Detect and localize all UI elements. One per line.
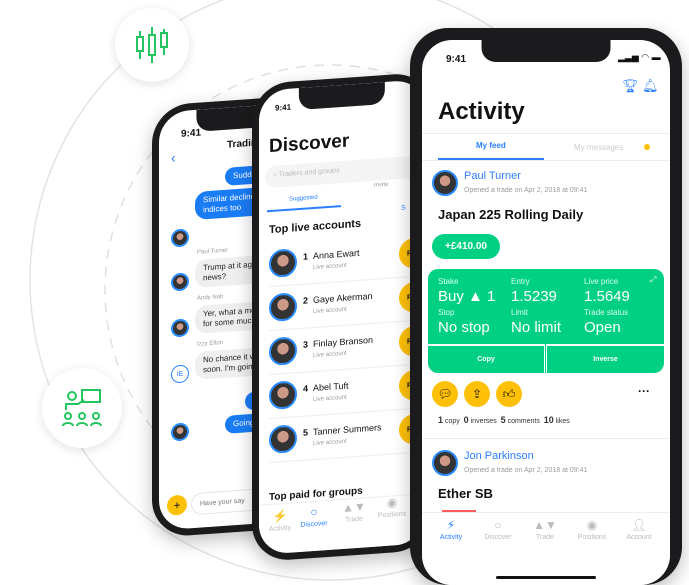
avatar-initials: IE: [171, 364, 189, 384]
tab-my-messages[interactable]: My messages: [574, 143, 623, 152]
nav-discover[interactable]: ○ Discover: [473, 518, 523, 541]
presentation-group-icon: [42, 368, 122, 448]
poster-name[interactable]: Paul Turner: [464, 170, 521, 182]
engagement-counts: 1 copy 0 inverses 5 comments 10 likes: [438, 415, 570, 425]
tab-suggested[interactable]: Suggested: [289, 195, 318, 203]
stop-label: Stop: [438, 308, 455, 317]
tab-my-feed[interactable]: My feed: [476, 141, 506, 150]
stake-label: Stake: [438, 277, 459, 286]
avatar: [171, 318, 189, 338]
status-time: 9:41: [275, 102, 292, 113]
account-name: Abel Tuft: [313, 380, 349, 394]
market-name: Ether SB: [438, 486, 493, 501]
bell-icon[interactable]: 🔔︎: [642, 78, 659, 94]
account-type: Live account: [313, 394, 347, 404]
live-price-label: Live price: [584, 277, 619, 286]
comment-icon: 💬︎: [437, 387, 453, 401]
share-icon: ⇪: [471, 387, 483, 401]
expand-icon[interactable]: ⤢: [650, 275, 656, 285]
poster-name[interactable]: Jon Parkinson: [464, 450, 534, 462]
account-type: Live account: [313, 438, 347, 448]
trade-status-value: Open: [584, 319, 621, 336]
copy-button[interactable]: Copy: [428, 344, 545, 373]
account-type: Live account: [313, 306, 347, 316]
search-input[interactable]: ⌕ Traders and groups: [265, 154, 425, 189]
tab-underline: [267, 205, 341, 213]
avatar: [171, 228, 189, 248]
account-name: Gaye Akerman: [313, 290, 373, 306]
page-title: Activity: [438, 98, 525, 125]
account-type: Live account: [313, 350, 347, 360]
unread-dot: [644, 144, 650, 150]
more-options-icon[interactable]: ···: [638, 384, 650, 398]
entry-label: Entry: [511, 277, 530, 286]
section-title: Top live accounts: [269, 217, 362, 237]
limit-label: Limit: [511, 308, 528, 317]
trophy-icon[interactable]: 🏆︎: [622, 78, 639, 94]
rank: 4: [303, 383, 309, 394]
nav-positions[interactable]: ◉ Positions: [567, 518, 617, 541]
back-icon[interactable]: ‹: [171, 149, 176, 165]
rank: 2: [303, 295, 309, 306]
trade-status-label: Trade status: [584, 308, 629, 317]
add-button[interactable]: +: [167, 494, 187, 516]
limit-value: No limit: [511, 319, 562, 336]
like-button[interactable]: 👍︎: [496, 381, 522, 407]
avatar: [171, 272, 189, 292]
rank: 1: [303, 251, 309, 262]
home-indicator: [496, 576, 596, 579]
comment-button[interactable]: 💬︎: [432, 381, 458, 407]
avatar: [432, 450, 458, 476]
stake-value: Buy ▲ 1: [438, 288, 496, 305]
market-name: Japan 225 Rolling Daily: [438, 207, 584, 222]
live-price-value: 1.5649: [584, 288, 630, 305]
discover-phone: 9:41 Discover ⌕ Traders and groups Sugge…: [252, 71, 432, 563]
status-time: 9:41: [181, 127, 202, 140]
rank: 5: [303, 427, 309, 438]
see-all-link[interactable]: S: [401, 205, 406, 212]
rank: 3: [303, 339, 309, 350]
pnl-badge: +£410.00: [432, 234, 500, 259]
account-type: Live account: [313, 262, 347, 272]
page-title: Discover: [269, 130, 350, 158]
entry-value: 1.5239: [511, 288, 557, 305]
candlestick-chart-icon: [115, 8, 189, 82]
avatar: [269, 336, 297, 367]
status-icons: ▂▃▅ ◠ ▬: [618, 52, 661, 62]
lightning-icon: ⚡︎: [446, 518, 456, 532]
avatar: [269, 424, 297, 455]
trade-icon: ▲▼: [533, 518, 557, 532]
sender-name: Andy Nab: [197, 293, 224, 302]
account-name: Tanner Summers: [313, 422, 382, 438]
avatar: [269, 248, 297, 279]
search-icon: ○: [494, 518, 502, 532]
trade-card[interactable]: Stake Buy ▲ 1 Entry 1.5239 Live price 1.…: [428, 269, 664, 373]
stop-value: No stop: [438, 319, 490, 336]
positions-icon: ◉: [586, 518, 598, 532]
nav-account[interactable]: 👤︎ Account: [614, 518, 664, 541]
post-subtitle: Opened a trade on Apr 2, 2018 at 09:41: [464, 467, 588, 474]
thumbs-up-icon: 👍︎: [502, 386, 516, 401]
avatar: [269, 292, 297, 323]
avatar: [269, 380, 297, 411]
account-name: Finlay Branson: [313, 334, 374, 350]
sender-name: Paul Turner: [197, 247, 229, 256]
account-icon: 👤︎: [631, 518, 647, 532]
sender-name: Izzy Elton: [197, 339, 224, 348]
nav-activity[interactable]: ⚡︎ Activity: [426, 518, 476, 541]
nav-trade[interactable]: ▲▼ Trade: [520, 518, 570, 541]
account-name: Anna Ewart: [313, 247, 360, 262]
avatar: [432, 170, 458, 196]
status-time: 9:41: [446, 54, 467, 65]
activity-phone: 9:41 ▂▃▅ ◠ ▬ 🏆︎ 🔔︎ Activity My feed My m…: [410, 28, 682, 585]
avatar: [171, 422, 189, 442]
post-subtitle: Opened a trade on Apr 2, 2018 at 09:41: [464, 187, 588, 194]
share-button[interactable]: ⇪: [464, 381, 490, 407]
inverse-button[interactable]: Inverse: [546, 344, 664, 373]
tab-invite[interactable]: Invite: [374, 182, 388, 189]
search-placeholder: Traders and groups: [278, 167, 340, 179]
